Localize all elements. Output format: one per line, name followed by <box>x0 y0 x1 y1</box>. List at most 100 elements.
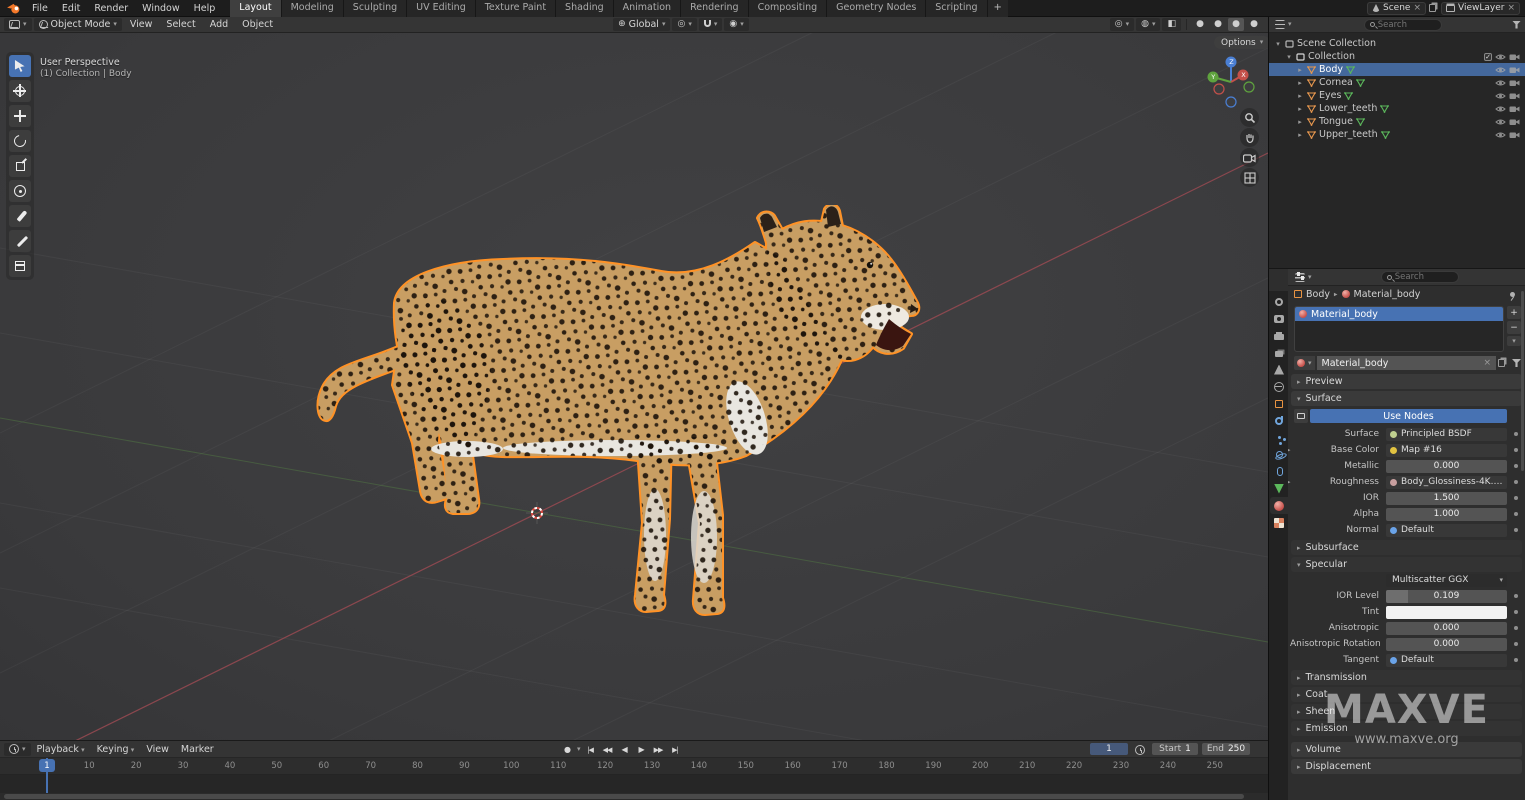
toggle-xray-button[interactable]: ◧ <box>1162 18 1181 31</box>
workspace-tab[interactable]: Shading <box>556 0 614 17</box>
disclosure-triangle-icon[interactable]: ▸ <box>1296 131 1304 139</box>
properties-tab[interactable] <box>1270 361 1288 378</box>
collapsed-subpanel[interactable]: ▸Transmission <box>1291 670 1522 685</box>
tool-button[interactable] <box>9 255 31 277</box>
tool-button[interactable] <box>9 105 31 127</box>
disable-in-renders-icon[interactable] <box>1509 131 1520 139</box>
current-frame-field[interactable]: 1 <box>1090 743 1128 755</box>
timeline-menu[interactable]: Marker <box>175 744 220 755</box>
breadcrumb-object[interactable]: Body <box>1306 289 1330 300</box>
transport-button[interactable] <box>651 743 666 756</box>
timeline-track[interactable] <box>0 775 1268 793</box>
hide-in-viewport-icon[interactable] <box>1495 79 1506 87</box>
add-slot-button[interactable]: + <box>1507 306 1521 319</box>
hide-in-viewport-icon[interactable] <box>1495 118 1506 126</box>
disclosure-triangle-icon[interactable]: ▸ <box>1296 79 1304 87</box>
properties-tab[interactable] <box>1270 327 1288 344</box>
panel-surface[interactable]: ▾Surface <box>1291 391 1522 406</box>
tool-button[interactable] <box>9 155 31 177</box>
outliner-object-row[interactable]: ▸ Tongue <box>1269 115 1525 128</box>
animate-decorator-icon[interactable] <box>1514 480 1518 484</box>
outliner-object-row[interactable]: ▸ Lower_teeth <box>1269 102 1525 115</box>
disable-in-renders-icon[interactable] <box>1509 92 1520 100</box>
scene-collection-row[interactable]: ▾ Scene Collection <box>1269 37 1525 50</box>
tool-button[interactable] <box>9 55 31 77</box>
properties-tab[interactable] <box>1270 412 1288 429</box>
animate-decorator-icon[interactable] <box>1514 626 1518 630</box>
playhead-frame-badge[interactable]: 1 <box>39 759 55 772</box>
viewport-menu[interactable]: Select <box>160 19 201 30</box>
show-gizmos-toggle[interactable]: ◎▾ <box>1110 18 1134 31</box>
workspace-tab[interactable]: Layout <box>230 0 281 17</box>
hide-in-viewport-icon[interactable] <box>1495 53 1506 61</box>
properties-tab[interactable] <box>1270 293 1288 310</box>
use-nodes-button[interactable]: Use Nodes <box>1310 409 1507 423</box>
hide-in-viewport-icon[interactable] <box>1495 105 1506 113</box>
panel-specular[interactable]: ▾Specular <box>1291 557 1522 572</box>
show-overlays-toggle[interactable]: ◍▾ <box>1136 18 1160 31</box>
topbar-menu[interactable]: Render <box>87 0 135 17</box>
properties-tab[interactable] <box>1270 497 1288 514</box>
property-field[interactable] <box>1386 606 1507 619</box>
properties-scrollbar[interactable] <box>1521 291 1524 471</box>
property-field[interactable]: 0.000 ▾ <box>1386 460 1507 473</box>
disclosure-triangle-icon[interactable]: ▾ <box>1285 53 1293 61</box>
animate-decorator-icon[interactable] <box>1514 610 1518 614</box>
scene-selector[interactable]: Scene × <box>1367 2 1426 15</box>
new-material-icon[interactable] <box>1498 359 1505 367</box>
collapsed-subpanel[interactable]: ▸Emission <box>1291 721 1522 736</box>
topbar-menu[interactable]: Edit <box>55 0 87 17</box>
browse-material-button[interactable]: ▾ <box>1294 356 1315 370</box>
shading-mode-button[interactable]: ● <box>1228 18 1244 31</box>
outliner-object-row[interactable]: ▸ Cornea <box>1269 76 1525 89</box>
properties-tab[interactable] <box>1270 395 1288 412</box>
property-field[interactable]: Default ▾ <box>1386 524 1507 537</box>
expand-icon[interactable]: ▸ <box>1288 478 1291 486</box>
workspace-tab[interactable]: Scripting <box>926 0 987 17</box>
properties-tab[interactable] <box>1270 446 1288 463</box>
outliner-object-row[interactable]: ▸ Body <box>1269 63 1525 76</box>
properties-tab[interactable] <box>1270 480 1288 497</box>
auto-keying-button[interactable]: ● <box>560 743 575 756</box>
new-scene-icon[interactable] <box>1429 4 1436 12</box>
timeline-scrollbar[interactable] <box>4 794 1244 799</box>
disable-in-renders-icon[interactable] <box>1509 66 1520 74</box>
slot-specials-menu[interactable]: ▾ <box>1507 336 1521 346</box>
tool-button[interactable] <box>9 230 31 252</box>
shading-mode-button[interactable]: ● <box>1210 18 1226 31</box>
panel-displacement[interactable]: ▸Displacement <box>1291 759 1522 774</box>
orthographic-toggle-button[interactable] <box>1240 168 1259 187</box>
mode-dropdown[interactable]: Object Mode ▾ <box>34 18 122 31</box>
outliner-search-input[interactable] <box>1378 20 1436 30</box>
panel-volume[interactable]: ▸Volume <box>1291 742 1522 757</box>
add-workspace-button[interactable]: + <box>988 0 1008 17</box>
property-field[interactable]: 0.109 <box>1386 590 1507 603</box>
hide-in-viewport-icon[interactable] <box>1495 66 1506 74</box>
animate-decorator-icon[interactable] <box>1514 658 1518 662</box>
distribution-dropdown[interactable]: Multiscatter GGX ▾ <box>1386 574 1507 587</box>
collapsed-subpanel[interactable]: ▸Coat <box>1291 687 1522 702</box>
animate-decorator-icon[interactable] <box>1514 432 1518 436</box>
timeline-menu[interactable]: Keying ▾ <box>91 744 141 755</box>
workspace-tab[interactable]: Rendering <box>681 0 749 17</box>
disable-in-renders-icon[interactable] <box>1509 105 1520 113</box>
workspace-tab[interactable]: Modeling <box>282 0 344 17</box>
properties-tab[interactable] <box>1270 463 1288 480</box>
pan-button[interactable] <box>1240 128 1259 147</box>
editor-type-button[interactable]: ▾ <box>4 18 32 31</box>
timeline-menu[interactable]: Playback ▾ <box>31 744 91 755</box>
camera-view-button[interactable] <box>1240 148 1259 167</box>
animate-decorator-icon[interactable] <box>1514 464 1518 468</box>
options-dropdown[interactable]: Options ▾ <box>1214 36 1268 49</box>
pin-icon[interactable] <box>1510 292 1515 297</box>
property-field[interactable]: Body_Glossiness-4K.png ▾ <box>1386 476 1507 489</box>
hide-in-viewport-icon[interactable] <box>1495 131 1506 139</box>
tool-button[interactable] <box>9 80 31 102</box>
viewport-menu[interactable]: Object <box>236 19 279 30</box>
shading-mode-button[interactable]: ● <box>1246 18 1262 31</box>
material-slot-row[interactable]: Material_body <box>1295 307 1503 321</box>
timeline-ruler[interactable]: 10 20 30 40 50 60 70 80 90 100 110 120 1… <box>0 758 1268 775</box>
viewlayer-selector[interactable]: ViewLayer × <box>1441 2 1520 15</box>
collection-row[interactable]: ▾ Collection ✓ <box>1269 50 1525 63</box>
snap-toggle[interactable]: ▾ <box>699 18 723 31</box>
